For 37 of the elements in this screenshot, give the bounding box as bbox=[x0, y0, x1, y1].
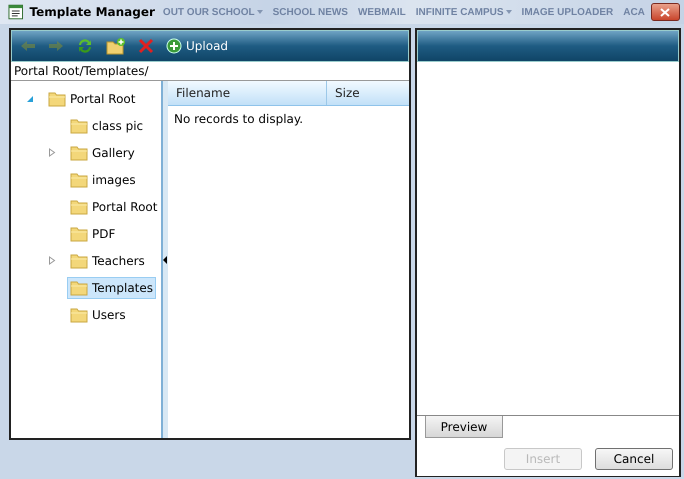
preview-tab[interactable]: Preview bbox=[425, 416, 503, 438]
folder-tree-item[interactable]: Portal Root bbox=[45, 88, 138, 110]
folder-tree-item[interactable]: Templates bbox=[67, 276, 156, 298]
folder-icon bbox=[70, 198, 88, 214]
column-header[interactable]: Size bbox=[327, 81, 409, 105]
folder-tree-item[interactable]: Portal Root bbox=[67, 196, 160, 218]
delete-icon[interactable] bbox=[136, 38, 156, 54]
folder-icon bbox=[70, 118, 88, 134]
window-title: Template Manager bbox=[30, 5, 155, 19]
close-icon bbox=[660, 8, 670, 16]
expand-arrow-icon[interactable] bbox=[48, 148, 56, 157]
column-header[interactable]: Filename bbox=[168, 81, 327, 105]
close-button[interactable] bbox=[650, 3, 680, 21]
folder-tree-item[interactable]: class pic bbox=[67, 114, 146, 136]
empty-message: No records to display. bbox=[173, 111, 304, 128]
folder-icon bbox=[48, 90, 66, 106]
caret-icon bbox=[506, 10, 512, 14]
folder-icon bbox=[70, 252, 88, 268]
folder-tree-item[interactable]: Teachers bbox=[67, 250, 148, 272]
folder-tree-item[interactable]: images bbox=[67, 168, 139, 190]
collapse-arrow-icon[interactable] bbox=[26, 94, 34, 102]
plus-icon bbox=[166, 38, 182, 54]
dialog-button[interactable]: Cancel bbox=[595, 448, 673, 470]
expand-arrow-icon[interactable] bbox=[48, 256, 56, 265]
folder-icon bbox=[70, 226, 88, 242]
folder-tree-item[interactable]: PDF bbox=[67, 222, 118, 244]
new-folder-icon[interactable] bbox=[104, 37, 128, 55]
folder-icon bbox=[70, 306, 88, 322]
folder-tree-item[interactable]: Gallery bbox=[67, 142, 138, 164]
document-icon bbox=[8, 4, 24, 20]
folder-icon bbox=[70, 280, 88, 296]
upload-button[interactable]: Upload bbox=[164, 38, 230, 54]
folder-tree-item[interactable]: Users bbox=[67, 304, 129, 326]
folder-icon bbox=[70, 144, 88, 160]
splitter-handle[interactable] bbox=[161, 81, 168, 438]
caret-icon bbox=[256, 10, 263, 14]
folder-icon bbox=[70, 172, 88, 188]
